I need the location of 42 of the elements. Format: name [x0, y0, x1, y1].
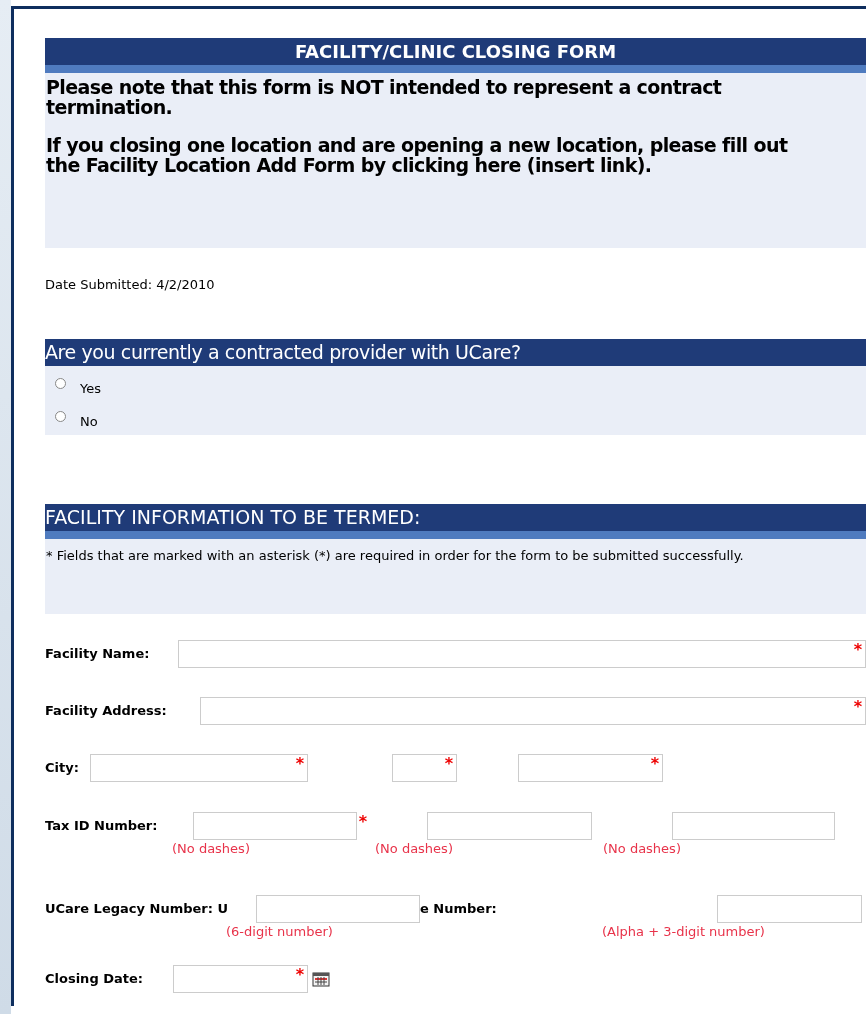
form-title: FACILITY/CLINIC CLOSING FORM: [45, 38, 866, 65]
date-submitted: Date Submitted: 4/2/2010: [45, 276, 216, 294]
input-field[interactable]: [178, 640, 866, 668]
input-field[interactable]: [518, 754, 663, 782]
field-label: Closing Date:: [45, 970, 144, 988]
field-hint: (Alpha + 3-digit number): [602, 923, 765, 941]
input-field[interactable]: [672, 812, 835, 840]
required-asterisk: *: [853, 642, 862, 658]
notice-text: If you closing one location and are opening a new location, please fill out the Facility Location Add Form by clicking here (insert link).: [46, 135, 789, 175]
field-hint: (No dashes): [603, 840, 681, 858]
required-asterisk: *: [295, 967, 304, 983]
field-label: UCare Legacy Number: U: [45, 900, 229, 918]
field-label: e Number:: [420, 900, 498, 918]
input-field[interactable]: [427, 812, 592, 840]
required-asterisk: *: [650, 756, 659, 772]
input-field[interactable]: [173, 965, 308, 993]
input-field[interactable]: [392, 754, 457, 782]
required-asterisk: *: [358, 814, 367, 830]
field-hint: (No dashes): [375, 840, 453, 858]
field-label: Facility Name:: [45, 645, 151, 663]
required-asterisk: *: [295, 756, 304, 772]
required-asterisk: *: [444, 756, 453, 772]
required-note: * Fields that are marked with an asterisk (*) are required in order for the form to be submitted successfully.: [46, 547, 745, 565]
radio-button[interactable]: [55, 378, 66, 389]
input-field[interactable]: [256, 895, 420, 923]
radio-button[interactable]: [55, 411, 66, 422]
input-field[interactable]: [193, 812, 357, 840]
required-asterisk: *: [853, 699, 862, 715]
field-label: City:: [45, 759, 80, 777]
field-label: Facility Address:: [45, 702, 168, 720]
input-field[interactable]: [717, 895, 862, 923]
option-label: Yes: [80, 381, 101, 396]
field-hint: (No dashes): [172, 840, 250, 858]
field-label: Tax ID Number:: [45, 817, 159, 835]
calendar-icon[interactable]: [312, 971, 330, 987]
option-label: No: [80, 414, 98, 429]
input-field[interactable]: [90, 754, 308, 782]
field-hint: (6-digit number): [226, 923, 333, 941]
section-title: FACILITY INFORMATION TO BE TERMED:: [45, 504, 866, 531]
question-title: Are you currently a contracted provider with UCare?: [45, 339, 866, 366]
input-field[interactable]: [200, 697, 866, 725]
notice-text: Please note that this form is NOT intended to represent a contract termination.: [46, 77, 723, 117]
